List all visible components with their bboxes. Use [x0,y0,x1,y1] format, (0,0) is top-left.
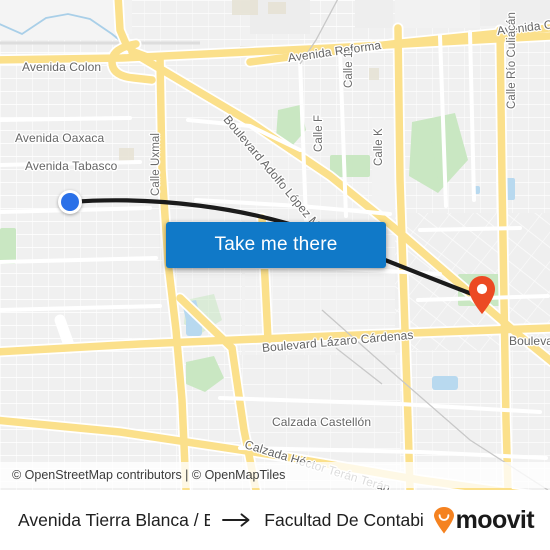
destination-station-name: Facultad De Contabili… [264,509,423,530]
moovit-wordmark: moovit [455,505,535,534]
moovit-pin-icon [433,506,454,533]
origin-dot-icon [61,193,79,211]
trip-bottom-bar: Avenida Tierra Blanca / Ba… Facultad De … [0,490,550,550]
arrow-right-icon [222,512,252,528]
map-pin-icon [469,276,495,314]
origin-station-name: Avenida Tierra Blanca / Ba… [18,509,211,530]
map-canvas[interactable]: Avenida Colon Avenida Oaxaca Avenida Tab… [0,0,550,490]
attribution-text: © OpenStreetMap contributors | © OpenMap… [12,468,286,482]
moovit-map-screen: Avenida Colon Avenida Oaxaca Avenida Tab… [0,0,550,550]
map-attribution: © OpenStreetMap contributors | © OpenMap… [0,462,550,488]
destination-marker[interactable] [467,275,497,315]
take-me-there-button[interactable]: Take me there [166,222,386,268]
trip-summary[interactable]: Avenida Tierra Blanca / Ba… Facultad De … [18,510,423,531]
origin-marker[interactable] [58,190,82,214]
moovit-logo[interactable]: moovit [433,505,535,535]
